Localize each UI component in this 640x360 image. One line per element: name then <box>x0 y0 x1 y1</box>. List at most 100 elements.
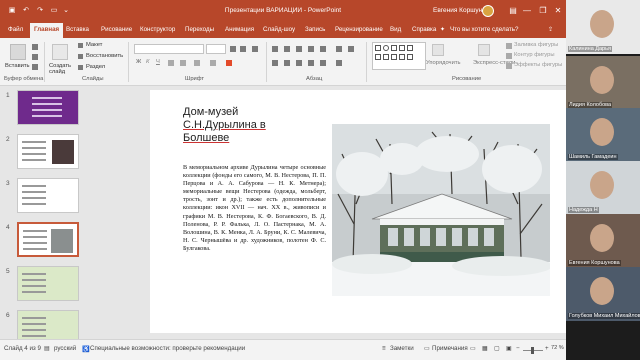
clear-format-icon[interactable] <box>252 46 258 52</box>
columns-icon[interactable] <box>320 60 326 66</box>
slide-thumbnail[interactable] <box>17 266 79 301</box>
slide-thumbnail[interactable] <box>17 310 79 339</box>
participant-tile[interactable]: Шамиль Гамадеин <box>566 108 640 162</box>
zoom-level[interactable]: 72 % <box>551 345 564 351</box>
language-status[interactable]: русский <box>54 345 76 352</box>
shadow-icon[interactable] <box>180 60 186 66</box>
arrow-shape-icon[interactable] <box>399 45 405 51</box>
italic-icon[interactable]: К <box>146 59 149 65</box>
textbox-shape-icon[interactable] <box>407 54 413 60</box>
align-center-icon[interactable] <box>284 60 290 66</box>
format-painter-icon[interactable] <box>32 64 38 70</box>
decrease-indent-icon[interactable] <box>296 46 302 52</box>
participant-tile[interactable]: Лидия Колобова <box>566 56 640 110</box>
char-spacing-icon[interactable] <box>194 60 200 66</box>
slide-thumbnail[interactable] <box>17 134 79 169</box>
tab-draw[interactable]: Рисование <box>101 26 132 33</box>
slide-thumbnail[interactable] <box>17 90 79 125</box>
arrange-icon[interactable] <box>432 44 444 56</box>
callout-shape-icon[interactable] <box>399 54 405 60</box>
tell-me-search[interactable]: Что вы хотите сделать? <box>450 26 518 33</box>
font-size-select[interactable] <box>206 44 226 54</box>
tab-file[interactable]: Файл <box>8 26 23 33</box>
font-color-icon[interactable] <box>226 60 232 66</box>
rounded-rect-shape-icon[interactable] <box>375 54 381 60</box>
tab-design[interactable]: Конструктор <box>140 26 175 33</box>
shape-effects-button[interactable]: Эффекты фигуры <box>514 62 562 68</box>
participant-tile[interactable]: Голубков Михаил Михайлович <box>566 267 640 321</box>
spellcheck-icon[interactable]: ▤ <box>44 345 50 352</box>
section-button[interactable]: Раздел <box>86 64 105 70</box>
shape-fill-button[interactable]: Заливка фигуры <box>514 42 558 48</box>
arrange-button[interactable]: Упорядочить <box>426 60 461 66</box>
tab-slideshow[interactable]: Слайд-шоу <box>263 26 295 33</box>
slide-sorter-icon[interactable]: ▦ <box>482 345 488 352</box>
reset-button[interactable]: Восстановить <box>86 53 123 59</box>
slideshow-view-icon[interactable]: ▣ <box>506 345 512 352</box>
zoom-in-icon[interactable]: + <box>545 345 549 352</box>
bullets-icon[interactable] <box>272 46 278 52</box>
line-shape-icon[interactable] <box>391 45 397 51</box>
slide-title[interactable]: Дом-музей С.Н.Дурылина в Болшеве <box>183 106 353 145</box>
quick-styles-icon[interactable] <box>478 44 490 56</box>
rectangle-shape-icon[interactable] <box>375 45 381 51</box>
underline-icon[interactable]: Ч <box>156 59 160 65</box>
share-icon[interactable]: ⇪ <box>548 26 553 33</box>
tab-view[interactable]: Вид <box>390 26 401 33</box>
participant-tile[interactable]: Надежда Н <box>566 161 640 215</box>
brace-shape-icon[interactable] <box>383 54 389 60</box>
star-shape-icon[interactable] <box>391 54 397 60</box>
cut-icon[interactable] <box>32 44 38 50</box>
change-case-icon[interactable] <box>210 60 216 66</box>
participant-tile[interactable]: Калинина Дарья <box>566 0 640 54</box>
shape-outline-button[interactable]: Контур фигуры <box>514 52 555 58</box>
tab-review[interactable]: Рецензирование <box>335 26 383 33</box>
ribbon-display-icon[interactable]: ▤ <box>506 5 520 17</box>
zoom-slider-handle[interactable] <box>531 347 534 354</box>
clipboard-icon[interactable] <box>10 44 26 60</box>
close-button[interactable]: ✕ <box>551 5 565 17</box>
slide-thumbnail[interactable] <box>17 222 79 257</box>
notes-button[interactable]: Заметки <box>390 345 414 352</box>
justify-icon[interactable] <box>308 60 314 66</box>
tab-insert[interactable]: Вставка <box>66 26 89 33</box>
strikethrough-icon[interactable] <box>168 60 174 66</box>
tab-transitions[interactable]: Переходы <box>185 26 214 33</box>
increase-indent-icon[interactable] <box>308 46 314 52</box>
slide-thumbnail[interactable] <box>17 178 79 213</box>
reading-view-icon[interactable]: ▢ <box>494 345 500 352</box>
grow-font-icon[interactable] <box>230 46 236 52</box>
numbering-icon[interactable] <box>284 46 290 52</box>
tab-animations[interactable]: Анимация <box>225 26 254 33</box>
zoom-out-icon[interactable]: − <box>516 345 520 352</box>
museum-house-photo[interactable] <box>332 124 550 296</box>
new-slide-icon[interactable] <box>52 44 68 60</box>
normal-view-icon[interactable]: ▭ <box>470 345 476 352</box>
new-slide-button[interactable]: Создать слайд <box>49 63 75 75</box>
font-name-select[interactable] <box>134 44 204 54</box>
smartart-icon[interactable] <box>336 60 342 66</box>
align-right-icon[interactable] <box>296 60 302 66</box>
align-left-icon[interactable] <box>272 60 278 66</box>
align-text-icon[interactable] <box>348 46 354 52</box>
tab-help[interactable]: Справка <box>412 26 436 33</box>
layout-button[interactable]: Макет <box>86 42 102 48</box>
current-slide[interactable]: Дом-музей С.Н.Дурылина в Болшеве В мемор… <box>150 90 566 333</box>
participant-tile[interactable]: Евгения Коршунова <box>566 214 640 268</box>
line-spacing-icon[interactable] <box>320 46 326 52</box>
accessibility-status[interactable]: Специальные возможности: проверьте реком… <box>90 345 245 352</box>
copy-icon[interactable] <box>32 54 38 60</box>
comments-button[interactable]: Примечания <box>432 345 468 352</box>
oval-shape-icon[interactable] <box>383 45 389 51</box>
shrink-font-icon[interactable] <box>240 46 246 52</box>
accessibility-icon[interactable]: ♿ <box>82 345 90 353</box>
paste-button[interactable]: Вставить <box>5 63 30 69</box>
minimize-button[interactable]: — <box>520 5 534 17</box>
tab-record[interactable]: Запись <box>305 26 325 33</box>
shapes-gallery[interactable] <box>372 42 426 70</box>
user-avatar[interactable] <box>482 5 494 17</box>
bold-icon[interactable]: Ж <box>136 59 141 65</box>
slide-body-text[interactable]: В мемориальном архиве Дурылина четыре ос… <box>183 164 326 253</box>
restore-button[interactable]: ❐ <box>536 5 550 17</box>
triangle-shape-icon[interactable] <box>407 45 413 51</box>
